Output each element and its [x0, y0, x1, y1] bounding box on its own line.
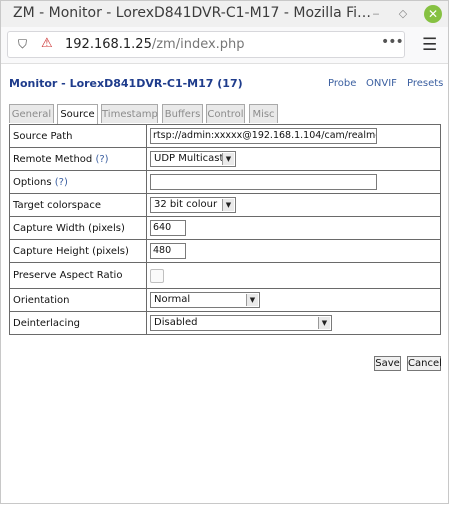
page-content: Monitor - LorexD841DVR-C1-M17 (17) Probe… [1, 64, 448, 505]
target-colorspace-label: Target colorspace [9, 193, 147, 217]
target-colorspace-value: 32 bit colour [154, 199, 218, 210]
shield-icon[interactable]: ⛉ [18, 37, 27, 52]
capture-height-input[interactable]: 480 [150, 243, 186, 259]
table-row: Capture Width (pixels) 640 [9, 216, 441, 240]
minimize-icon[interactable]: ‒ [367, 5, 385, 23]
save-button[interactable]: Save [374, 356, 401, 371]
preserve-aspect-cell [146, 262, 441, 289]
tab-buffers[interactable]: Buffers [162, 104, 203, 123]
remote-method-label: Remote Method [13, 153, 93, 165]
table-row: Capture Height (pixels) 480 [9, 239, 441, 263]
table-row: Preserve Aspect Ratio [9, 262, 441, 289]
tab-control[interactable]: Control [206, 104, 245, 123]
capture-width-label: Capture Width (pixels) [9, 216, 147, 240]
browser-window: ZM - Monitor - LorexD841DVR-C1-M17 - Moz… [0, 0, 449, 504]
options-input[interactable] [150, 174, 377, 190]
tab-general[interactable]: General [9, 104, 54, 123]
target-colorspace-select[interactable]: 32 bit colour ▼ [150, 197, 236, 213]
page-actions-icon[interactable]: ••• [381, 34, 404, 50]
table-row: Target colorspace 32 bit colour ▼ [9, 193, 441, 217]
options-cell [146, 170, 441, 194]
close-icon[interactable]: ✕ [424, 5, 442, 23]
window-titlebar: ZM - Monitor - LorexD841DVR-C1-M17 - Moz… [1, 1, 448, 27]
options-help-link[interactable]: (?) [55, 177, 68, 188]
table-row: Options (?) [9, 170, 441, 194]
hamburger-menu-icon[interactable]: ☰ [422, 35, 437, 55]
tab-source[interactable]: Source [57, 104, 98, 125]
chevron-down-icon: ▼ [222, 199, 234, 211]
capture-width-cell: 640 [146, 216, 441, 240]
target-colorspace-cell: 32 bit colour ▼ [146, 193, 441, 217]
presets-link[interactable]: Presets [407, 78, 443, 89]
table-row: Source Path rtsp://admin:xxxxx@192.168.1… [9, 124, 441, 148]
capture-width-input[interactable]: 640 [150, 220, 186, 236]
remote-method-help-link[interactable]: (?) [95, 154, 108, 165]
orientation-select[interactable]: Normal ▼ [150, 292, 260, 308]
remote-method-value: UDP Multicast [154, 153, 224, 164]
source-settings-table: Source Path rtsp://admin:xxxxx@192.168.1… [9, 124, 441, 335]
remote-method-cell: UDP Multicast ▼ [146, 147, 441, 171]
capture-height-label: Capture Height (pixels) [9, 239, 147, 263]
orientation-label: Orientation [9, 288, 147, 312]
source-path-cell: rtsp://admin:xxxxx@192.168.1.104/cam/rea… [146, 124, 441, 148]
remote-method-label-cell: Remote Method (?) [9, 147, 147, 171]
remote-method-select[interactable]: UDP Multicast ▼ [150, 151, 236, 167]
maximize-icon[interactable]: ◇ [394, 5, 412, 23]
tab-misc[interactable]: Misc [249, 104, 278, 123]
orientation-value: Normal [154, 294, 191, 305]
capture-height-cell: 480 [146, 239, 441, 263]
address-bar[interactable]: ⛉ ⚠ 192.168.1.25/zm/index.php ••• [7, 31, 405, 58]
tab-timestamp[interactable]: Timestamp [101, 104, 158, 123]
options-label-cell: Options (?) [9, 170, 147, 194]
deinterlacing-cell: Disabled ▼ [146, 311, 441, 335]
table-row: Orientation Normal ▼ [9, 288, 441, 312]
probe-link[interactable]: Probe [328, 78, 356, 89]
onvif-link[interactable]: ONVIF [366, 78, 397, 89]
chevron-down-icon: ▼ [222, 153, 234, 165]
url-host: 192.168.1.25 [65, 37, 152, 52]
deinterlacing-value: Disabled [154, 317, 198, 328]
deinterlacing-label: Deinterlacing [9, 311, 147, 335]
chevron-down-icon: ▼ [246, 294, 258, 306]
preserve-aspect-label: Preserve Aspect Ratio [9, 262, 147, 289]
chevron-down-icon: ▼ [318, 317, 330, 329]
cancel-button[interactable]: Cancel [407, 356, 442, 371]
insecure-connection-icon[interactable]: ⚠ [41, 36, 53, 51]
table-row: Deinterlacing Disabled ▼ [9, 311, 441, 335]
window-title: ZM - Monitor - LorexD841DVR-C1-M17 - Moz… [13, 5, 372, 21]
deinterlacing-select[interactable]: Disabled ▼ [150, 315, 332, 331]
table-row: Remote Method (?) UDP Multicast ▼ [9, 147, 441, 171]
preserve-aspect-checkbox[interactable] [150, 268, 164, 283]
orientation-cell: Normal ▼ [146, 288, 441, 312]
source-path-label: Source Path [9, 124, 147, 148]
options-label: Options [13, 176, 52, 188]
browser-toolbar: ⛉ ⚠ 192.168.1.25/zm/index.php ••• ☰ [1, 27, 448, 64]
page-title: Monitor - LorexD841DVR-C1-M17 (17) [9, 77, 243, 90]
url-text[interactable]: 192.168.1.25/zm/index.php [65, 37, 245, 52]
source-path-input[interactable]: rtsp://admin:xxxxx@192.168.1.104/cam/rea… [150, 128, 377, 144]
url-path: /zm/index.php [151, 37, 245, 52]
